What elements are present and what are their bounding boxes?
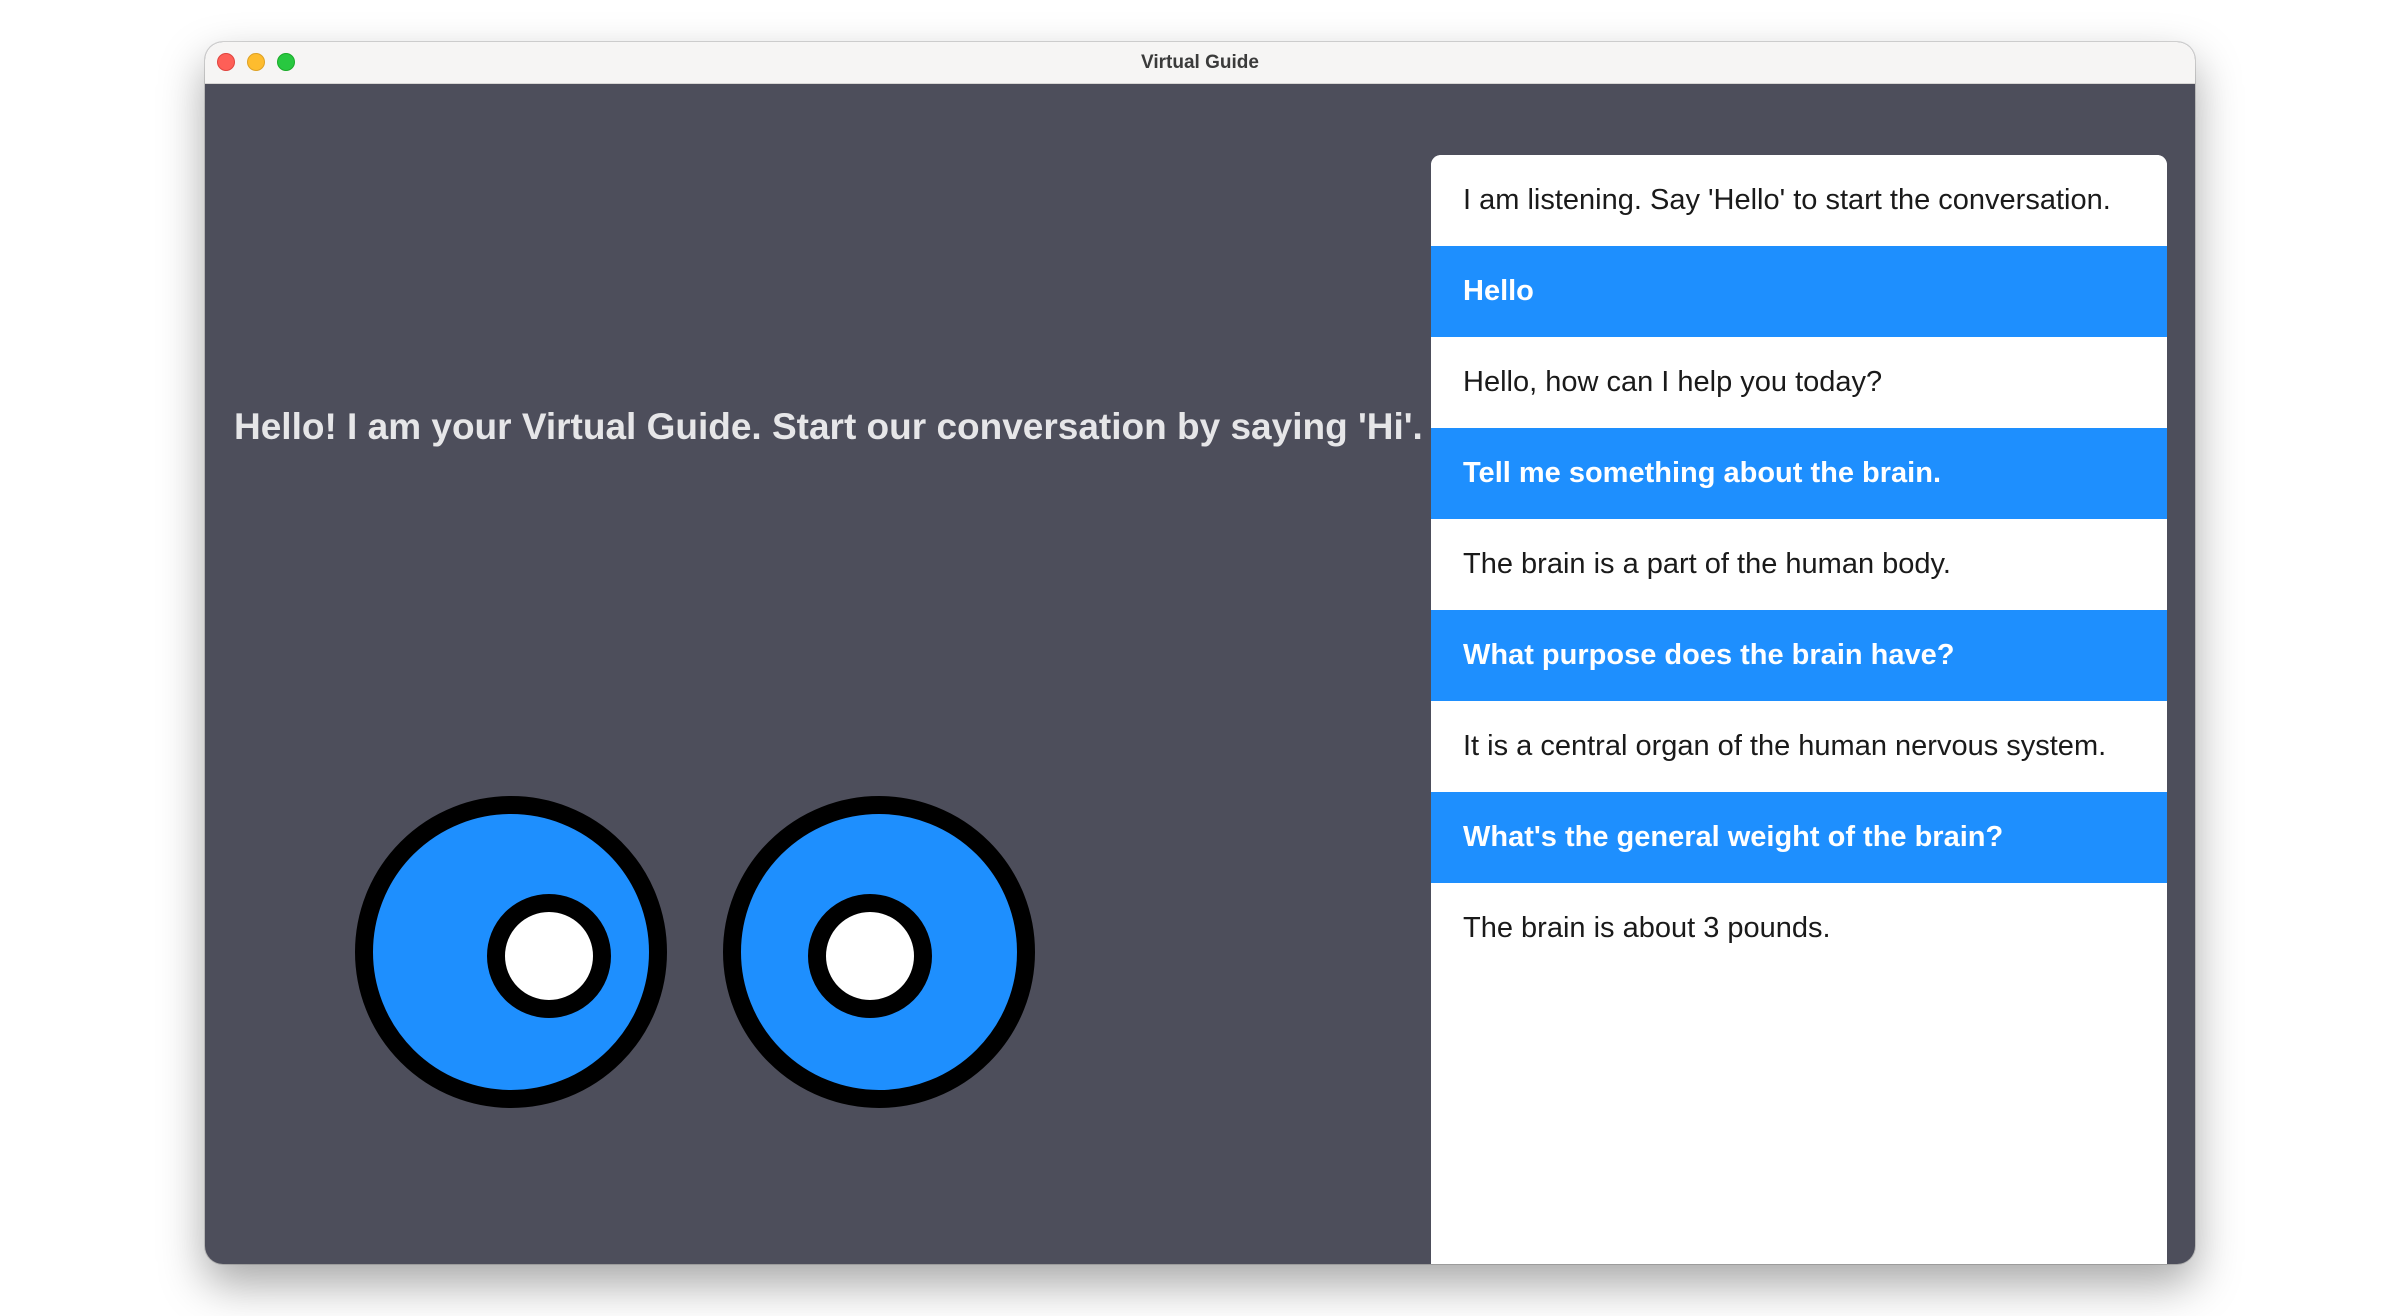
chat-message-user: Hello <box>1431 246 2167 337</box>
chat-message-bot: The brain is about 3 pounds. <box>1431 883 2167 974</box>
app-window: Virtual Guide Hello! I am your Virtual G… <box>205 42 2195 1264</box>
guide-greeting: Hello! I am your Virtual Guide. Start ou… <box>234 406 1423 447</box>
chat-message-user: What's the general weight of the brain? <box>1431 792 2167 883</box>
title-bar: Virtual Guide <box>205 42 2195 84</box>
right-pupil-icon <box>808 894 932 1018</box>
chat-message-user: What purpose does the brain have? <box>1431 610 2167 701</box>
chat-message-bot: The brain is a part of the human body. <box>1431 519 2167 610</box>
right-eye-icon <box>723 796 1035 1108</box>
main-content: Hello! I am your Virtual Guide. Start ou… <box>205 84 2195 1264</box>
left-eye-icon <box>355 796 667 1108</box>
chat-message-bot: It is a central organ of the human nervo… <box>1431 701 2167 792</box>
chat-message-bot: I am listening. Say 'Hello' to start the… <box>1431 155 2167 246</box>
window-title: Virtual Guide <box>1141 52 1259 73</box>
left-pupil-icon <box>487 894 611 1018</box>
chat-message-bot: Hello, how can I help you today? <box>1431 337 2167 428</box>
chat-message-user: Tell me something about the brain. <box>1431 428 2167 519</box>
chat-transcript[interactable]: I am listening. Say 'Hello' to start the… <box>1431 155 2167 1264</box>
